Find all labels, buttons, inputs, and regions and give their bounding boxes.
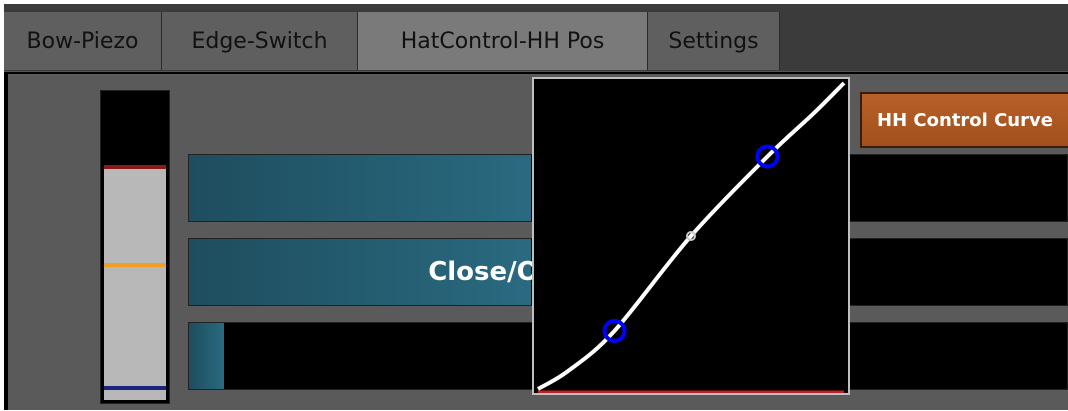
tab-label: Bow-Piezo	[26, 28, 139, 54]
tab-edge-switch[interactable]: Edge-Switch	[162, 12, 358, 70]
orange-marker	[104, 263, 166, 268]
tab-bar: Bow-Piezo Edge-Switch HatControl-HH Pos …	[4, 4, 1068, 72]
level-meter	[100, 90, 170, 404]
blue-marker	[104, 385, 166, 390]
tab-label: HatControl-HH Pos	[400, 28, 605, 54]
tab-bow-piezo[interactable]: Bow-Piezo	[4, 12, 162, 70]
tab-hatcontrol-hh-pos[interactable]: HatControl-HH Pos	[358, 12, 648, 70]
app-window: Bow-Piezo Edge-Switch HatControl-HH Pos …	[4, 4, 1068, 410]
tab-label: Edge-Switch	[191, 28, 328, 54]
hh-control-curve-button[interactable]: HH Control Curve	[860, 92, 1068, 148]
curve-editor-popup[interactable]	[532, 77, 850, 395]
red-marker	[104, 165, 166, 170]
button-label: HH Control Curve	[877, 109, 1053, 131]
level-meter-fill	[104, 167, 166, 400]
tab-label: Settings	[668, 28, 759, 54]
curve-graph[interactable]	[534, 79, 848, 393]
control-curve-line	[536, 81, 846, 391]
tab-settings[interactable]: Settings	[648, 12, 780, 70]
